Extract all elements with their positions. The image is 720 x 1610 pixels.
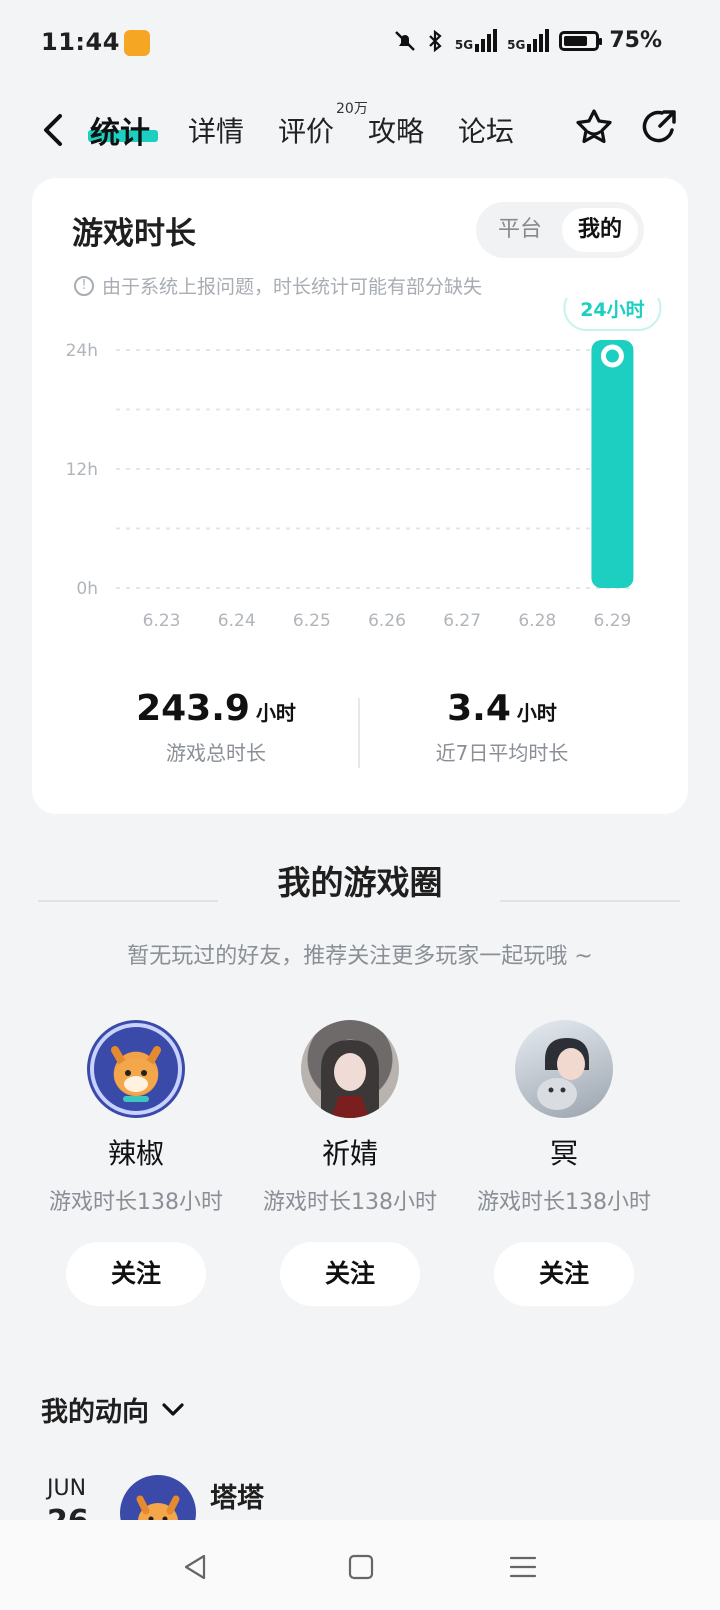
x-tick-label: 6.27 (443, 611, 481, 628)
game-circle-subtitle: 暂无玩过的好友，推荐关注更多玩家一起玩哦 ~ (127, 944, 593, 969)
battery-icon (559, 30, 603, 51)
y-tick-label: 24h (66, 341, 98, 361)
chart-bar (591, 340, 634, 588)
card-title: 游戏时长 (72, 216, 196, 252)
tab-forum[interactable]: 论坛 (458, 110, 514, 150)
friend-name: 冥 (549, 1137, 578, 1170)
status-bar: 11:44 5G 5G 75% (0, 0, 720, 86)
toggle-platform[interactable]: 平台 (482, 208, 558, 252)
back-icon[interactable] (38, 110, 70, 150)
friend-playtime: 游戏时长138小时 (263, 1190, 437, 1215)
toggle-mine[interactable]: 我的 (562, 208, 638, 252)
tab-reviews[interactable]: 评价 (278, 110, 334, 150)
nav-menu-icon[interactable] (508, 1552, 538, 1582)
chevron-down-icon (162, 1402, 184, 1416)
total-label: 游戏总时长 (166, 741, 266, 765)
nav-home-icon[interactable] (346, 1552, 376, 1582)
activity-user-name: 塔塔 (210, 1483, 264, 1514)
signal-5g-icon: 5G (454, 29, 498, 52)
friend-playtime: 游戏时长138小时 (49, 1190, 223, 1215)
activity-title: 我的动向 (41, 1397, 149, 1428)
status-icons: 5G 5G 75% (393, 28, 662, 53)
x-tick-label: 6.29 (593, 611, 631, 628)
average-value: 3.4 (447, 688, 511, 729)
info-icon: ! (74, 275, 94, 296)
activity-header[interactable]: 我的动向 (41, 1390, 185, 1429)
favorite-star-icon[interactable] (572, 106, 616, 150)
average-label: 近7日平均时长 (435, 741, 569, 765)
follow-button[interactable]: 关注 (494, 1242, 634, 1306)
anime-girl-avatar-icon (321, 1040, 379, 1118)
y-tick-label: 12h (66, 460, 98, 480)
scope-toggle: 平台 我的 (476, 202, 644, 258)
game-circle-title: 我的游戏圈 (277, 863, 443, 902)
network-label-1: 5G (454, 38, 474, 52)
x-tick-label: 6.25 (293, 611, 331, 628)
shiba-avatar-icon (90, 1023, 182, 1115)
reviews-count-badge: 20万 (336, 101, 368, 117)
friend-name: 辣椒 (107, 1137, 164, 1170)
status-time: 11:44 (41, 28, 120, 56)
total-unit: 小时 (255, 701, 296, 725)
friend-playtime: 游戏时长138小时 (477, 1190, 651, 1215)
notice-text: 由于系统上报问题，时长统计可能有部分缺失 (102, 276, 483, 298)
avatar[interactable] (515, 1020, 613, 1118)
mute-icon (395, 30, 415, 51)
app-notification-icon (124, 30, 150, 56)
friend-name: 祈婧 (321, 1137, 378, 1170)
tab-guides[interactable]: 攻略 (368, 110, 424, 150)
total-playtime: 243.9 小时 游戏总时长 (86, 688, 346, 766)
network-label-2: 5G (507, 38, 526, 52)
stat-divider (358, 698, 360, 768)
battery-fill (564, 35, 587, 46)
average-playtime: 3.4 小时 近7日平均时长 (372, 688, 632, 766)
x-tick-label: 6.26 (368, 611, 406, 628)
x-tick-label: 6.23 (143, 611, 181, 628)
friend-card: 冥 游戏时长138小时 关注 (454, 1020, 674, 1306)
system-nav-bar (0, 1520, 720, 1610)
activity-month: JUN (47, 1476, 87, 1501)
share-icon[interactable] (636, 106, 680, 150)
tab-details[interactable]: 详情 (188, 110, 244, 150)
x-tick-label: 6.28 (518, 611, 556, 628)
nav-back-icon[interactable] (180, 1552, 210, 1582)
friend-card: 祈婧 游戏时长138小时 关注 (240, 1020, 460, 1306)
avatar[interactable] (87, 1020, 185, 1118)
average-unit: 小时 (516, 701, 557, 725)
bluetooth-icon (429, 29, 442, 52)
person-with-cat-avatar-icon (537, 1038, 589, 1110)
battery-percent: 75% (609, 28, 662, 53)
total-value: 243.9 (136, 688, 250, 729)
x-tick-label: 6.24 (218, 611, 256, 628)
follow-button[interactable]: 关注 (280, 1242, 420, 1306)
tab-stats[interactable]: 统计 (90, 108, 150, 152)
playtime-chart: 0h 12h 24h 6.23 6.24 6.25 6.26 6.27 6.28 6.29 24小时 (66, 298, 662, 628)
data-notice: ! 由于系统上报问题，时长统计可能有部分缺失 (74, 272, 482, 299)
friend-card: 辣椒 游戏时长138小时 关注 (26, 1020, 246, 1306)
avatar[interactable] (301, 1020, 399, 1118)
y-tick-label: 0h (76, 579, 98, 599)
follow-button[interactable]: 关注 (66, 1242, 206, 1306)
signal-5g-icon-2: 5G (507, 29, 550, 52)
chart-tooltip: 24小时 (580, 299, 644, 321)
playtime-card: 游戏时长 平台 我的 ! 由于系统上报问题，时长统计可能有部分缺失 0h 12h 2… (32, 178, 688, 814)
